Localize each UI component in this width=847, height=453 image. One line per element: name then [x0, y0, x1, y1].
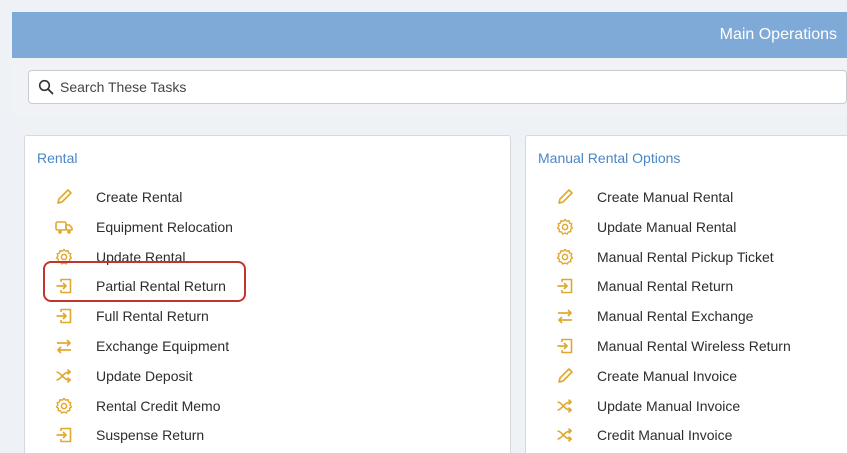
- manual-card-title: Manual Rental Options: [538, 150, 681, 166]
- rental-card-title: Rental: [37, 150, 78, 166]
- task-label: Credit Manual Invoice: [597, 427, 733, 444]
- task-label: Update Manual Rental: [597, 218, 737, 235]
- task-label: Create Rental: [96, 189, 183, 205]
- exchange-icon: [54, 336, 74, 356]
- task-label: Rental Credit Memo: [96, 397, 221, 414]
- task-update-manual-invoice[interactable]: Update Manual Invoice: [526, 391, 847, 421]
- task-credit-manual-invoice[interactable]: Credit Manual Invoice: [526, 420, 847, 450]
- gear-icon: [54, 396, 74, 416]
- task-create-manual-invoice[interactable]: Create Manual Invoice: [526, 361, 847, 391]
- task-label: Manual Rental Wireless Return: [597, 337, 791, 354]
- main-operations-panel: Main Operations Rental Create Rental Equ…: [0, 0, 847, 453]
- gear-icon: [54, 247, 74, 267]
- task-label: Manual Rental Return: [597, 278, 734, 295]
- search-box[interactable]: [28, 70, 847, 104]
- manual-rental-options-card: Manual Rental Options Create Manual Rent…: [525, 135, 847, 453]
- task-manual-rental-exchange[interactable]: Manual Rental Exchange: [526, 301, 847, 331]
- manual-task-list: Create Manual Rental Update Manual Renta…: [526, 182, 847, 450]
- gear-icon: [555, 217, 575, 237]
- task-label: Suspense Return: [96, 427, 205, 444]
- task-label: Update Deposit: [96, 367, 193, 384]
- task-update-deposit[interactable]: Update Deposit: [25, 361, 510, 391]
- shuffle-icon: [555, 425, 575, 445]
- task-label: Manual Rental Pickup Ticket: [597, 248, 774, 265]
- gear-icon: [555, 247, 575, 267]
- return-icon: [555, 336, 575, 356]
- return-icon: [555, 276, 575, 296]
- task-exchange-equipment[interactable]: Exchange Equipment: [25, 331, 510, 361]
- header-bar: Main Operations: [12, 12, 847, 58]
- task-partial-rental-return[interactable]: Partial Rental Return: [25, 271, 510, 301]
- task-update-rental[interactable]: Update Rental: [25, 242, 510, 272]
- search-input[interactable]: [60, 71, 840, 103]
- return-icon: [54, 425, 74, 445]
- task-label: Update Manual Invoice: [597, 397, 741, 414]
- task-manual-rental-wireless-return[interactable]: Manual Rental Wireless Return: [526, 331, 847, 361]
- page-title: Main Operations: [719, 26, 837, 43]
- task-label: Create Manual Rental: [597, 189, 734, 205]
- task-label: Equipment Relocation: [96, 218, 233, 235]
- task-equipment-relocation[interactable]: Equipment Relocation: [25, 212, 510, 242]
- task-full-rental-return[interactable]: Full Rental Return: [25, 301, 510, 331]
- task-label: Create Manual Invoice: [597, 367, 738, 384]
- return-icon: [54, 306, 74, 326]
- task-create-manual-rental[interactable]: Create Manual Rental: [526, 182, 847, 212]
- task-update-manual-rental[interactable]: Update Manual Rental: [526, 212, 847, 242]
- task-suspense-return[interactable]: Suspense Return: [25, 420, 510, 450]
- pencil-icon: [54, 187, 74, 207]
- task-label: Manual Rental Exchange: [597, 308, 754, 325]
- rental-card: Rental Create Rental Equipment Relocatio…: [24, 135, 511, 453]
- task-create-rental[interactable]: Create Rental: [25, 182, 510, 212]
- shuffle-icon: [555, 396, 575, 416]
- task-label: Full Rental Return: [96, 308, 209, 325]
- task-manual-rental-return[interactable]: Manual Rental Return: [526, 271, 847, 301]
- task-manual-rental-pickup-ticket[interactable]: Manual Rental Pickup Ticket: [526, 242, 847, 272]
- rental-task-list: Create Rental Equipment Relocation Updat…: [25, 182, 510, 450]
- task-label: Update Rental: [96, 248, 186, 265]
- pencil-icon: [555, 187, 575, 207]
- search-area: [12, 58, 847, 116]
- pencil-icon: [555, 366, 575, 386]
- search-icon: [38, 79, 54, 95]
- task-label: Partial Rental Return: [96, 278, 226, 295]
- truck-icon: [54, 217, 74, 237]
- return-icon: [54, 276, 74, 296]
- task-label: Exchange Equipment: [96, 337, 230, 354]
- exchange-icon: [555, 306, 575, 326]
- task-rental-credit-memo[interactable]: Rental Credit Memo: [25, 391, 510, 421]
- shuffle-icon: [54, 366, 74, 386]
